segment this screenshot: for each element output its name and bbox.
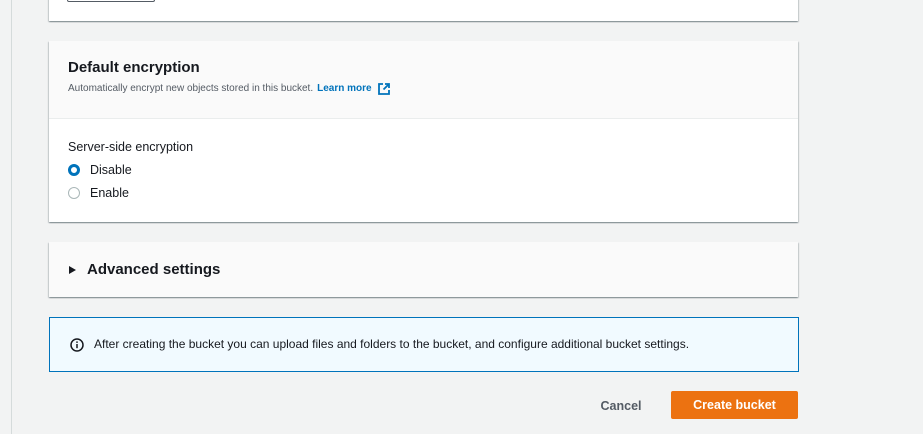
cancel-button[interactable]: Cancel xyxy=(587,393,655,418)
external-link-icon[interactable] xyxy=(377,82,391,96)
default-encryption-body: Server-side encryption Disable Enable xyxy=(49,119,798,201)
default-encryption-title: Default encryption xyxy=(68,59,200,76)
info-alert: After creating the bucket you can upload… xyxy=(49,317,799,372)
info-icon xyxy=(70,337,84,352)
previous-section-card xyxy=(49,0,798,21)
radio-button-disable[interactable] xyxy=(68,164,80,176)
radio-option-disable[interactable]: Disable xyxy=(68,162,779,178)
radio-button-enable[interactable] xyxy=(68,187,80,199)
info-alert-text: After creating the bucket you can upload… xyxy=(94,337,690,351)
server-side-encryption-label: Server-side encryption xyxy=(68,140,194,154)
default-encryption-header: Default encryption Automatically encrypt… xyxy=(49,41,798,119)
radio-label-disable: Disable xyxy=(90,162,132,177)
default-encryption-description-row: Automatically encrypt new objects stored… xyxy=(68,82,779,96)
caret-right-icon xyxy=(69,265,76,274)
left-panel-border xyxy=(11,0,12,434)
default-encryption-panel: Default encryption Automatically encrypt… xyxy=(49,41,798,222)
advanced-settings-title: Advanced settings xyxy=(87,260,221,278)
radio-option-enable[interactable]: Enable xyxy=(68,185,779,201)
create-bucket-button[interactable]: Create bucket xyxy=(671,391,798,419)
advanced-settings-panel[interactable]: Advanced settings xyxy=(49,242,798,297)
previous-section-button-edge[interactable] xyxy=(67,0,155,2)
learn-more-link[interactable]: Learn more xyxy=(317,82,371,96)
default-encryption-description: Automatically encrypt new objects stored… xyxy=(68,83,314,94)
advanced-settings-toggle[interactable]: Advanced settings xyxy=(49,242,798,297)
radio-label-enable: Enable xyxy=(90,185,129,200)
